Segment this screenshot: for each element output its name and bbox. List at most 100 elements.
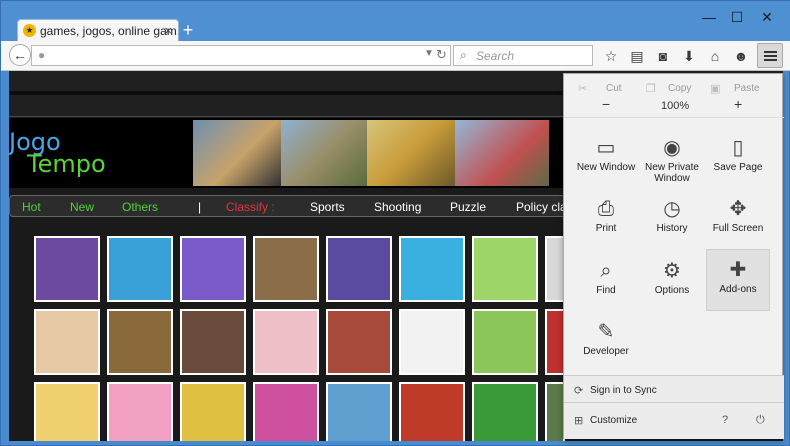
sign-in-label: Sign in to Sync	[590, 385, 657, 396]
add-ons-label: Add-ons	[719, 284, 757, 295]
bookmark-star-icon[interactable]: ☆	[601, 46, 621, 66]
game-thumbnail[interactable]	[472, 309, 538, 375]
zoom-in-button[interactable]: +	[734, 96, 742, 112]
game-thumbnail[interactable]	[545, 309, 565, 375]
search-icon: ⌕	[460, 48, 467, 62]
new-private-window-button[interactable]: ◉ New Private Window	[640, 128, 704, 188]
tab-title: games, jogos, online gam...	[40, 24, 179, 38]
nav-policy[interactable]: Policy cla	[516, 200, 567, 214]
find-button[interactable]: ⌕ Find	[574, 251, 638, 311]
zoom-reset-button[interactable]: 100%	[661, 100, 689, 112]
copy-button[interactable]: Copy	[668, 83, 691, 94]
save-page-button[interactable]: ▯ Save Page	[706, 128, 770, 188]
nav-sports[interactable]: Sports	[310, 200, 345, 214]
nav-puzzle[interactable]: Puzzle	[450, 200, 486, 214]
banner-image	[367, 120, 455, 186]
zoom-out-button[interactable]: −	[602, 96, 610, 112]
open-menu-button[interactable]	[757, 43, 783, 68]
minimize-button[interactable]: —	[701, 9, 717, 25]
new-window-button[interactable]: ▭ New Window	[574, 128, 638, 188]
banner-image	[455, 120, 549, 186]
print-button[interactable]: ⎙ Print	[574, 189, 638, 249]
new-tab-button[interactable]: +	[179, 21, 197, 39]
options-button[interactable]: ⚙ Options	[640, 251, 704, 311]
game-thumbnail[interactable]	[326, 236, 392, 302]
developer-button[interactable]: ✎ Developer	[574, 312, 638, 372]
home-icon[interactable]: ⌂	[705, 46, 725, 66]
maximize-button[interactable]: ☐	[729, 9, 745, 25]
customize-plus-icon: ⊞	[574, 415, 584, 427]
url-dropdown-icon[interactable]: ▼	[424, 48, 434, 59]
nav-others[interactable]: Others	[122, 200, 158, 214]
developer-label: Developer	[583, 346, 629, 357]
game-thumbnail[interactable]	[107, 309, 173, 375]
reading-list-icon[interactable]: ▤	[627, 46, 647, 66]
game-thumbnail[interactable]	[107, 236, 173, 302]
new-window-icon: ▭	[596, 137, 616, 159]
nav-hot[interactable]: Hot	[22, 200, 41, 214]
new-window-label: New Window	[576, 162, 636, 173]
game-thumbnail[interactable]	[107, 382, 173, 441]
globe-icon: ●	[38, 48, 46, 62]
options-label: Options	[654, 285, 690, 296]
hamburger-line	[764, 55, 777, 57]
magnifier-icon: ⌕	[600, 260, 612, 282]
search-input[interactable]: ⌕ Search	[453, 45, 593, 66]
banner-image	[193, 120, 281, 186]
hamburger-line	[764, 59, 777, 61]
sign-in-sync-row[interactable]: ⟳ Sign in to Sync	[564, 375, 784, 403]
save-page-icon: ▯	[732, 137, 744, 159]
tab-close-icon[interactable]: ×	[164, 23, 172, 38]
game-thumbnail[interactable]	[253, 309, 319, 375]
chat-icon[interactable]: ☻	[731, 46, 751, 66]
gear-icon: ⚙	[663, 260, 681, 282]
mask-icon: ◉	[663, 137, 681, 159]
puzzle-piece-icon: ✚	[729, 259, 747, 281]
navigation-toolbar: ← ● ▼ ↻ ⌕ Search ☆ ▤ ◙ ⬇ ⌂ ☻	[1, 41, 790, 71]
game-thumbnail[interactable]	[399, 382, 465, 441]
sync-icon: ⟳	[574, 385, 584, 397]
help-icon[interactable]: ?	[722, 414, 728, 426]
game-thumbnail[interactable]	[180, 309, 246, 375]
nav-shooting[interactable]: Shooting	[374, 200, 421, 214]
game-thumbnail[interactable]	[472, 236, 538, 302]
quit-icon[interactable]: ⏻	[756, 414, 765, 427]
game-thumbnail[interactable]	[34, 382, 100, 441]
game-thumbnail[interactable]	[326, 309, 392, 375]
reload-icon[interactable]: ↻	[436, 47, 447, 63]
game-thumbnail[interactable]	[545, 236, 565, 302]
game-thumbnail[interactable]	[253, 236, 319, 302]
wrench-icon: ✎	[597, 321, 615, 343]
game-thumbnail[interactable]	[180, 236, 246, 302]
customize-button[interactable]: Customize	[590, 415, 637, 426]
paste-icon: ▣	[710, 83, 721, 95]
back-button[interactable]: ←	[9, 44, 31, 66]
game-thumbnail[interactable]	[253, 382, 319, 441]
history-button[interactable]: ◷ History	[640, 189, 704, 249]
find-label: Find	[596, 285, 616, 296]
url-bar[interactable]: ● ▼ ↻	[31, 45, 451, 66]
clock-icon: ◷	[663, 198, 681, 220]
cut-button[interactable]: Cut	[606, 83, 622, 94]
full-screen-button[interactable]: ✥ Full Screen	[706, 189, 770, 249]
nav-new[interactable]: New	[70, 200, 94, 214]
game-thumbnail[interactable]	[545, 382, 565, 441]
add-ons-button[interactable]: ✚ Add-ons	[706, 249, 770, 311]
game-thumbnail[interactable]	[326, 382, 392, 441]
search-placeholder: Search	[476, 49, 515, 63]
cut-icon: ✂	[578, 83, 588, 95]
close-window-button[interactable]: ✕	[759, 9, 775, 25]
banner-image	[281, 120, 367, 186]
game-thumbnail[interactable]	[34, 309, 100, 375]
game-thumbnail[interactable]	[472, 382, 538, 441]
pocket-icon[interactable]: ◙	[653, 46, 673, 66]
game-thumbnail[interactable]	[34, 236, 100, 302]
tab-games[interactable]: ★ games, jogos, online gam... ×	[17, 19, 179, 43]
game-thumbnail[interactable]	[399, 309, 465, 375]
game-thumbnail[interactable]	[180, 382, 246, 441]
paste-button[interactable]: Paste	[734, 83, 760, 94]
history-label: History	[656, 223, 688, 234]
game-thumbnail[interactable]	[399, 236, 465, 302]
download-icon[interactable]: ⬇	[679, 46, 699, 66]
logo-tempo[interactable]: Tempo	[27, 150, 106, 178]
